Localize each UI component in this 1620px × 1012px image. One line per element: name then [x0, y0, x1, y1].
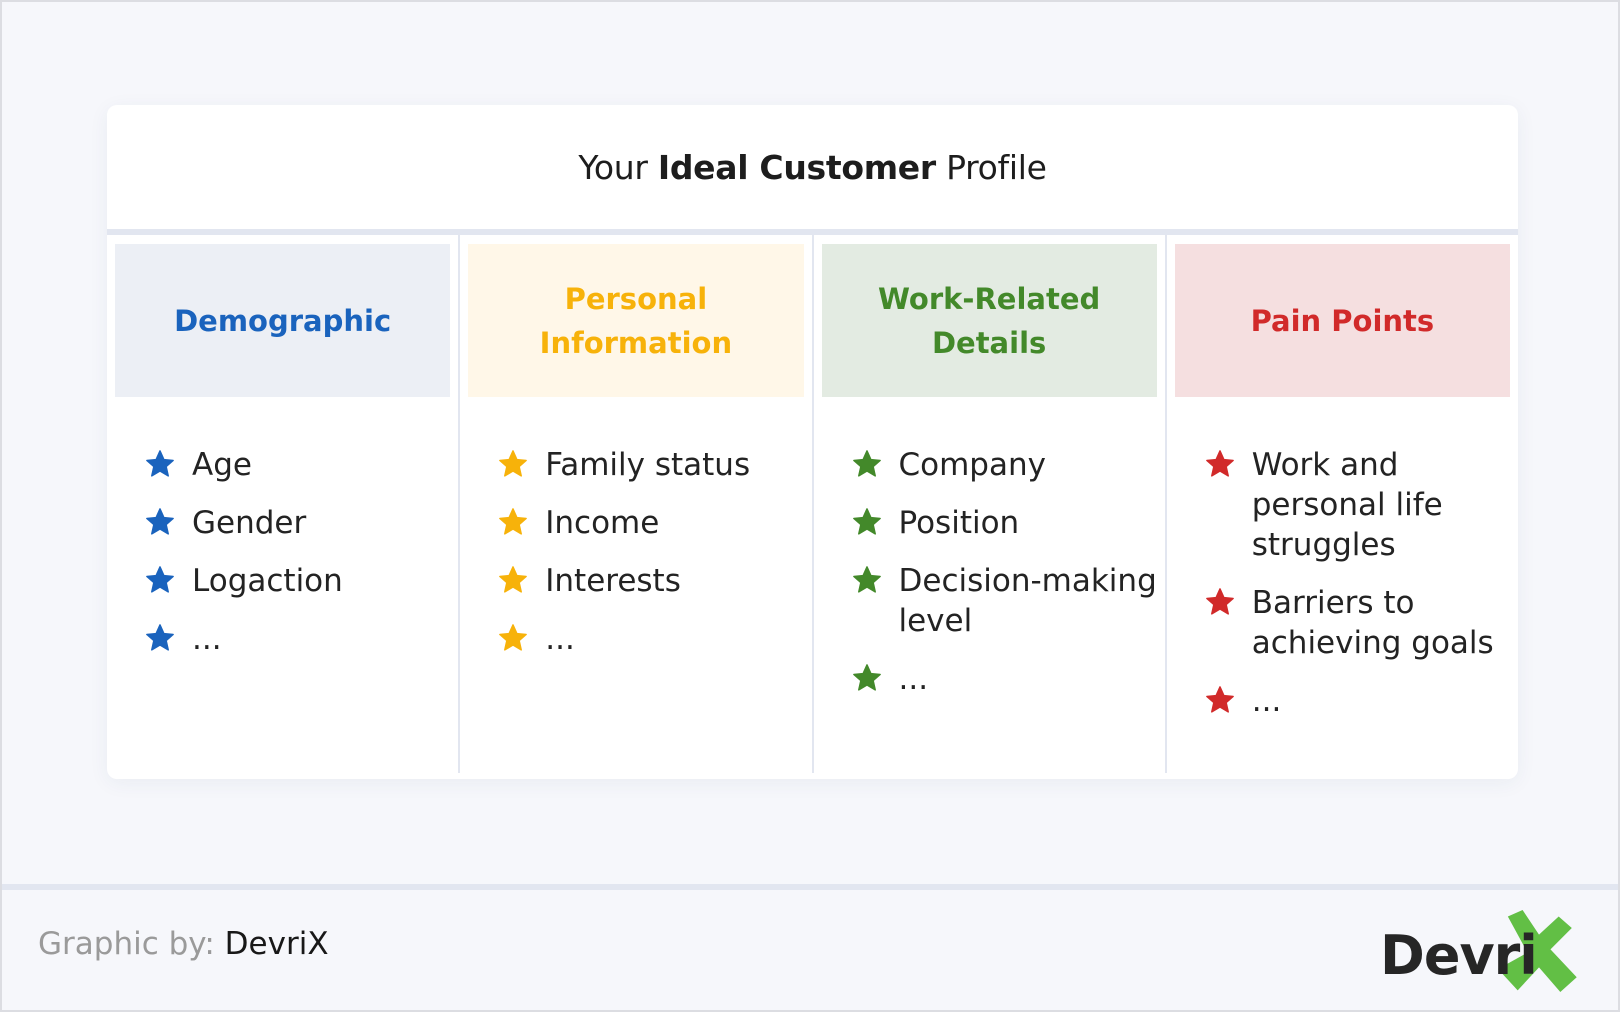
star-icon [852, 450, 881, 477]
list-item: Decision-making level [852, 561, 1157, 641]
star-icon [146, 566, 174, 593]
star-icon [1205, 450, 1234, 477]
list-item-text: Company [898, 447, 1046, 483]
star-icon [499, 450, 528, 477]
list-item-text: Decision-making level [898, 563, 1157, 639]
title-suffix: Profile [946, 147, 1047, 187]
title-bold: Ideal Customer [657, 147, 936, 187]
list-item: Company [852, 445, 1157, 485]
list-item: Logaction [145, 561, 450, 601]
title-prefix: Your [578, 147, 648, 187]
profile-column: Pain Points Work and personal life strugg… [1167, 235, 1518, 773]
list-item-text: Interests [545, 563, 681, 599]
star-icon [146, 450, 174, 477]
credit-label: Graphic by: [38, 926, 215, 962]
star-icon [146, 624, 174, 651]
footer-divider [2, 884, 1618, 890]
star-icon [852, 508, 881, 535]
star-icon [499, 508, 528, 535]
list-item: Family status [498, 445, 803, 485]
list-item: ... [145, 619, 450, 659]
list-item: Income [498, 503, 803, 543]
list-item-text: Barriers to achieving goals [1251, 585, 1494, 661]
credit-name: DevriX [224, 926, 329, 962]
profile-column: Personal Information Family status Income I… [460, 235, 814, 773]
list-item-text: Family status [545, 447, 751, 483]
star-icon [1205, 686, 1234, 713]
list-item-text: ... [192, 621, 222, 657]
list-item: Gender [145, 503, 450, 543]
column-heading: Work-Related Details [821, 244, 1157, 397]
profile-column: Work-Related Details Company Position Decis… [814, 235, 1167, 773]
devrix-logo: Devri [1380, 910, 1590, 994]
column-heading: Demographic [115, 244, 451, 397]
list-item: Barriers to achieving goals [1205, 583, 1510, 663]
column-item-list: Work and personal life struggles Barriers… [1175, 397, 1510, 739]
list-item-text: Position [898, 505, 1020, 541]
list-item: Age [145, 445, 450, 485]
list-item-text: Income [545, 505, 660, 541]
card-title: Your Ideal Customer Profile [107, 105, 1518, 235]
ideal-customer-profile-card: Your Ideal Customer Profile Demographic A… [107, 105, 1518, 779]
column-item-list: Company Position Decision-making level... [822, 397, 1157, 717]
column-heading: Personal Information [468, 244, 804, 397]
graphic-credit: Graphic by: DevriX [38, 926, 329, 962]
list-item-text: Logaction [192, 563, 343, 599]
star-icon [146, 508, 174, 535]
column-item-list: Age Gender Logaction... [115, 397, 450, 677]
star-icon [852, 664, 881, 691]
list-item-text: ... [545, 621, 575, 657]
list-item-text: ... [898, 661, 929, 697]
list-item-text: Age [192, 447, 252, 483]
column-item-list: Family status Income Interests... [468, 397, 803, 677]
profile-column: Demographic Age Gender Logaction... [107, 235, 461, 773]
list-item: ... [1205, 681, 1510, 721]
list-item: ... [852, 659, 1157, 699]
column-heading: Pain Points [1174, 244, 1510, 397]
list-item: Position [852, 503, 1157, 543]
star-icon [852, 566, 881, 593]
list-item: ... [498, 619, 803, 659]
list-item-text: ... [1251, 683, 1282, 719]
logo-text: Devri [1380, 924, 1538, 987]
star-icon [499, 566, 528, 593]
list-item-text: Gender [192, 505, 307, 541]
star-icon [1205, 588, 1234, 615]
list-item-text: Work and personal life struggles [1251, 447, 1443, 563]
star-icon [499, 624, 528, 651]
list-item: Work and personal life struggles [1205, 445, 1510, 565]
profile-columns: Demographic Age Gender Logaction... Personal… [107, 235, 1518, 773]
list-item: Interests [498, 561, 803, 601]
